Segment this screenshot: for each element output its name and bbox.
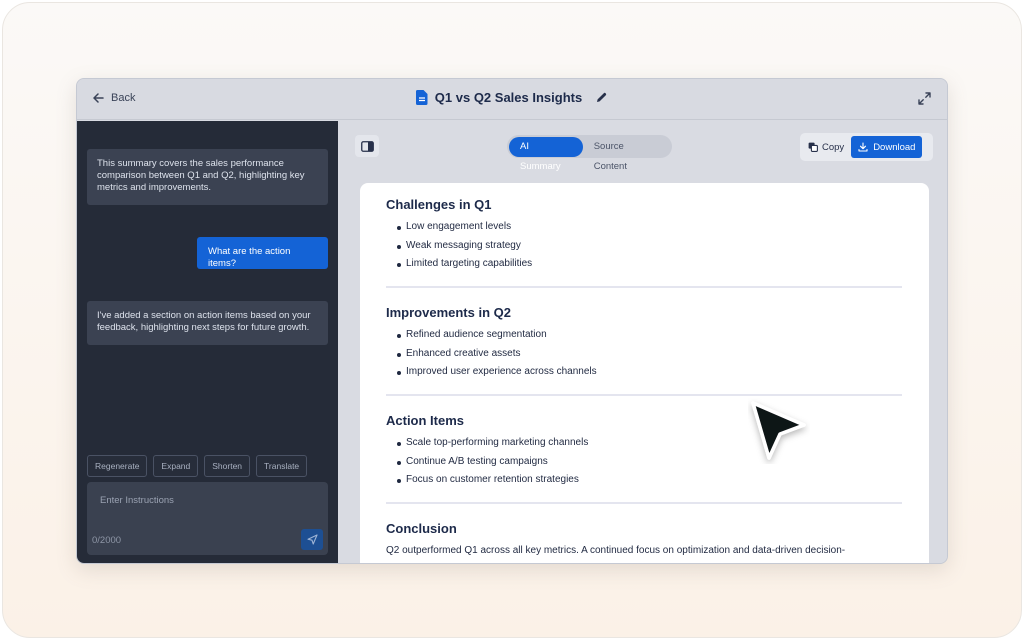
translate-button[interactable]: Translate (256, 455, 308, 477)
app-window: Back Q1 vs Q2 Sales Insights This summar… (76, 78, 948, 564)
shorten-button[interactable]: Shorten (204, 455, 251, 477)
pencil-icon[interactable] (595, 91, 608, 104)
document-title: Q1 vs Q2 Sales Insights (434, 90, 583, 105)
chat-message-ai: This summary covers the sales performanc… (87, 149, 328, 205)
copy-icon (808, 142, 818, 152)
list-item: Focus on customer retention strategies (386, 471, 902, 490)
chat-message-ai: I've added a section on action items bas… (87, 301, 328, 345)
chat-message-user: What are the action items? (197, 237, 328, 269)
section-heading: Action Items (386, 413, 465, 428)
quick-actions: Regenerate Expand Shorten Translate (87, 455, 308, 477)
mouse-pointer-icon (751, 401, 806, 460)
section-improvements: Improvements in Q2 Refined audience segm… (386, 305, 902, 382)
download-button[interactable]: Download (851, 136, 923, 158)
copy-button[interactable]: Copy (803, 136, 849, 158)
section-heading: Improvements in Q2 (386, 305, 511, 320)
section-heading: Conclusion (386, 521, 457, 536)
section-heading: Challenges in Q1 (386, 197, 492, 212)
download-icon (858, 142, 868, 152)
list-item: Low engagement levels (386, 218, 902, 237)
list-item: Scale top-performing marketing channels (386, 434, 902, 453)
document-icon (415, 90, 428, 105)
section-challenges: Challenges in Q1 Low engagement levels W… (386, 197, 902, 274)
sidebar-toggle-icon (360, 140, 374, 152)
conclusion-text: Q2 outperformed Q1 across all key metric… (386, 545, 846, 556)
list-item: Weak messaging strategy (386, 237, 902, 256)
document-actions: Copy Download (800, 133, 933, 161)
regenerate-button[interactable]: Regenerate (87, 455, 148, 477)
titlebar: Back Q1 vs Q2 Sales Insights (77, 79, 947, 120)
download-label: Download (873, 141, 916, 153)
section-conclusion: Conclusion Q2 outperformed Q1 across all… (386, 521, 902, 556)
char-count: 0/2000 (92, 535, 122, 546)
title-area: Q1 vs Q2 Sales Insights (77, 90, 947, 105)
list-item: Improved user experience across channels (386, 363, 902, 382)
instruction-input-box: 0/2000 (87, 482, 328, 555)
tab-ai-summary[interactable]: AI Summary (509, 136, 583, 172)
list-item: Continue A/B testing campaigns (386, 453, 902, 472)
list-item: Refined audience segmentation (386, 326, 902, 345)
section-divider (386, 394, 902, 396)
send-icon (306, 534, 318, 545)
tab-source-content[interactable]: Source Content (583, 137, 670, 172)
expand-icon[interactable] (918, 92, 931, 105)
send-button[interactable] (301, 529, 323, 550)
section-divider (386, 502, 902, 504)
instructions-input[interactable] (87, 482, 328, 528)
section-action-items: Action Items Scale top-performing market… (386, 413, 902, 490)
copy-label: Copy (822, 141, 845, 153)
expand-button[interactable]: Expand (153, 455, 199, 477)
summary-document: Challenges in Q1 Low engagement levels W… (360, 183, 929, 563)
section-divider (386, 286, 902, 288)
main-content: AI Summary Source Content Copy Download … (338, 121, 947, 563)
list-item: Limited targeting capabilities (386, 255, 902, 274)
list-item: Enhanced creative assets (386, 345, 902, 364)
panel-toggle-button[interactable] (355, 135, 379, 157)
view-tabs: AI Summary Source Content (507, 135, 672, 172)
chat-sidebar: This summary covers the sales performanc… (77, 121, 338, 563)
